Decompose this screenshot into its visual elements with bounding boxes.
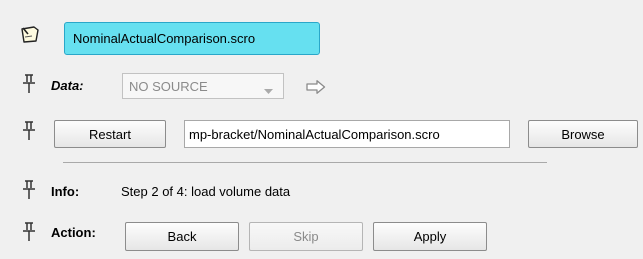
pin-icon[interactable] (22, 222, 36, 242)
separator (63, 162, 547, 163)
back-button-label: Back (167, 229, 197, 244)
info-text: Step 2 of 4: load volume data (121, 184, 291, 199)
back-button[interactable]: Back (125, 222, 239, 251)
skip-button[interactable]: Skip (249, 222, 363, 251)
pin-icon[interactable] (22, 121, 36, 141)
info-label: Info: (51, 184, 80, 199)
chevron-down-icon (264, 83, 273, 98)
title-field-value: NominalActualComparison.scro (73, 31, 256, 46)
pin-icon[interactable] (22, 74, 36, 94)
restart-button-label: Restart (89, 126, 131, 142)
file-path-input[interactable]: mp-bracket/NominalActualComparison.scro (184, 120, 510, 148)
edit-note-icon (20, 26, 40, 44)
action-label: Action: (51, 225, 96, 240)
apply-button-label: Apply (413, 229, 447, 244)
pin-icon[interactable] (22, 180, 36, 200)
apply-button[interactable]: Apply (373, 222, 487, 251)
data-source-select-value: NO SOURCE (129, 78, 208, 94)
restart-button[interactable]: Restart (54, 120, 166, 148)
browse-button[interactable]: Browse (528, 120, 638, 148)
data-label: Data: (51, 78, 84, 93)
skip-button-label: Skip (293, 229, 319, 244)
browse-button-label: Browse (561, 126, 605, 142)
data-source-select[interactable]: NO SOURCE (122, 73, 284, 99)
arrow-right-icon[interactable] (306, 80, 326, 97)
file-path-value: mp-bracket/NominalActualComparison.scro (189, 126, 440, 142)
title-field[interactable]: NominalActualComparison.scro (64, 22, 320, 55)
